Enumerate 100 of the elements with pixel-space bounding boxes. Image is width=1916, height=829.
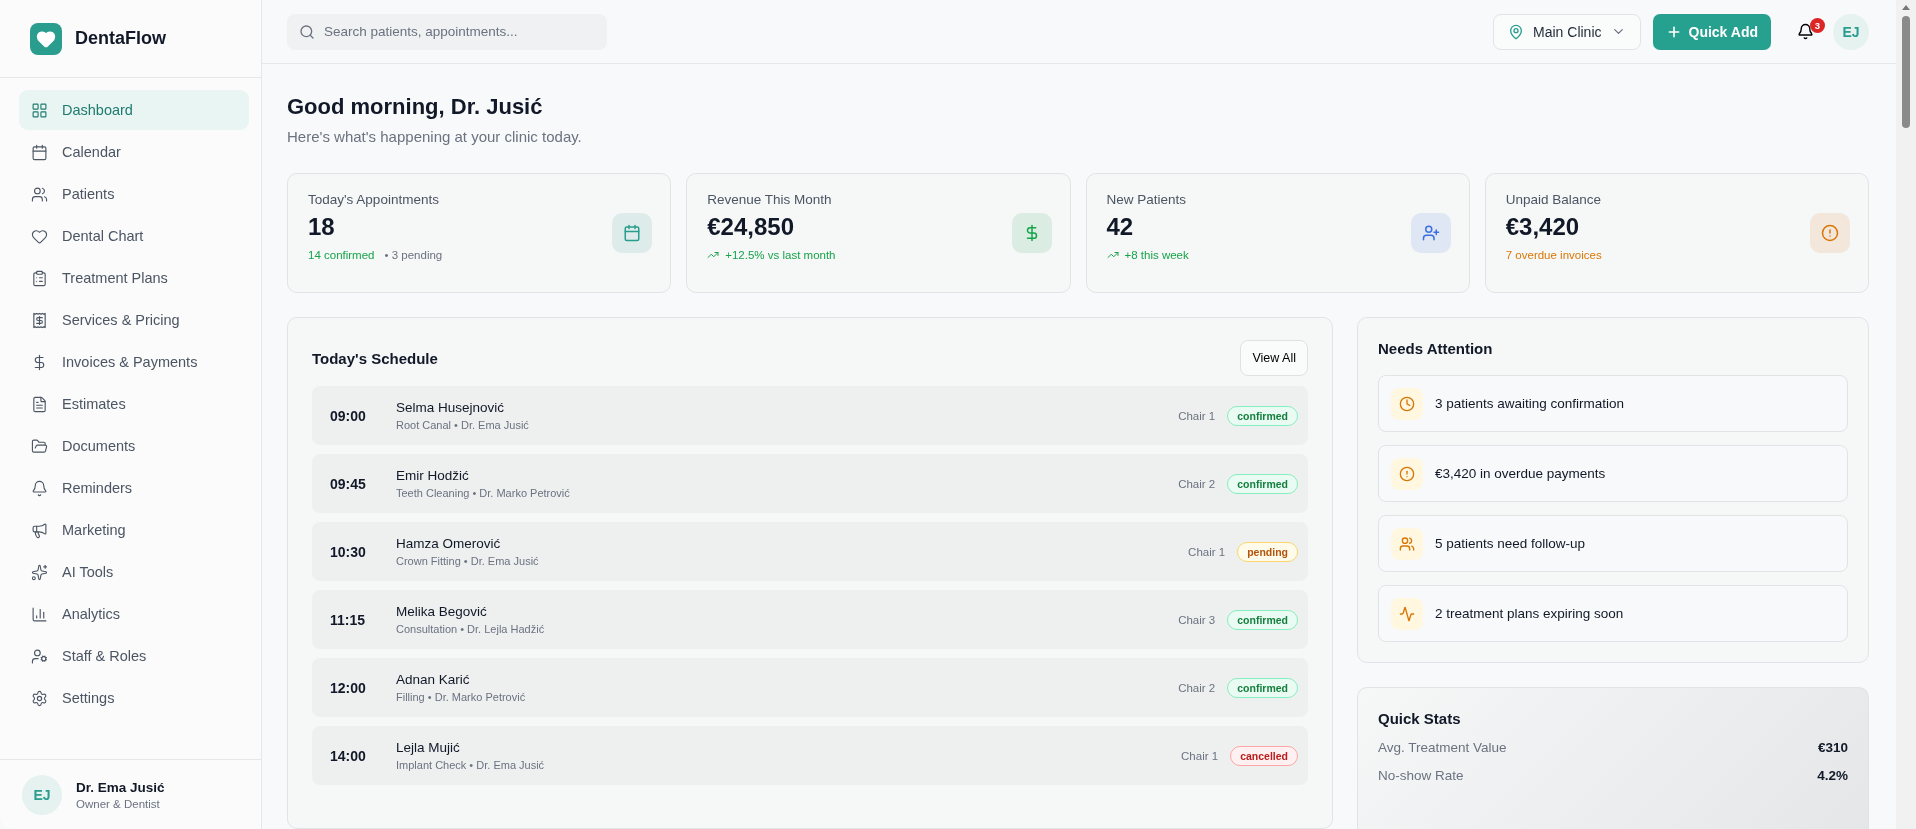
brand-name: DentaFlow bbox=[75, 28, 166, 49]
trend-up-icon bbox=[1106, 249, 1119, 261]
sidebar-item[interactable]: Dental Chart bbox=[19, 216, 249, 256]
chair-label: Chair 1 bbox=[1181, 749, 1219, 762]
sidebar-item[interactable]: Analytics bbox=[19, 594, 249, 634]
appointment-time: 10:30 bbox=[330, 543, 367, 560]
patient-name: Hamza Omerović bbox=[396, 536, 502, 551]
appointment-row[interactable]: 11:15 Melika Begović Consultation • Dr. Lejla Hadžić Chair 3 confirmed bbox=[312, 590, 1308, 649]
view-all-button[interactable]: View All bbox=[1240, 340, 1308, 376]
stat-note: • 3 pending bbox=[384, 249, 443, 261]
sidebar-item[interactable]: Patients bbox=[19, 174, 249, 214]
status-badge: confirmed bbox=[1227, 473, 1298, 494]
status-badge: pending bbox=[1237, 541, 1298, 562]
pin-icon bbox=[1508, 23, 1525, 40]
users-icon bbox=[31, 185, 48, 203]
patient-name: Adnan Karić bbox=[396, 672, 471, 687]
panel-title: Needs Attention bbox=[1378, 340, 1494, 357]
attention-item[interactable]: 5 patients need follow-up bbox=[1378, 515, 1848, 572]
clipboard-icon bbox=[31, 269, 48, 287]
sidebar-item[interactable]: Marketing bbox=[19, 510, 249, 550]
location-select[interactable]: Main Clinic bbox=[1493, 13, 1641, 50]
chair-label: Chair 3 bbox=[1178, 613, 1216, 626]
appointment-details: Implant Check • Dr. Ema Jusić bbox=[396, 759, 546, 771]
appointment-row[interactable]: 14:00 Lejla Mujić Implant Check • Dr. Ema Jusić Chair 1 cancelled bbox=[312, 726, 1308, 785]
sidebar-item[interactable]: Staff & Roles bbox=[19, 636, 249, 676]
appointment-details: Consultation • Dr. Lejla Hadžić bbox=[396, 623, 546, 635]
scrollbar-thumb[interactable] bbox=[1901, 4, 1911, 130]
sidebar-item[interactable]: AI Tools bbox=[19, 552, 249, 592]
pulse-icon bbox=[1399, 605, 1415, 622]
user-name: Dr. Ema Jusić bbox=[76, 779, 165, 795]
stat-note: 14 confirmed bbox=[308, 249, 375, 261]
folder-icon bbox=[31, 437, 48, 455]
search-icon bbox=[299, 23, 315, 40]
bar-chart-icon bbox=[31, 605, 48, 623]
settings-icon bbox=[31, 689, 48, 707]
megaphone-icon bbox=[31, 521, 48, 539]
user-gear-icon bbox=[31, 647, 48, 665]
stat-value: €310 bbox=[1817, 740, 1848, 755]
greeting-subtitle: Here's what's happening at your clinic today. bbox=[287, 128, 583, 145]
sidebar-item[interactable]: Dashboard bbox=[19, 90, 249, 130]
chair-label: Chair 2 bbox=[1178, 477, 1216, 490]
attention-item[interactable]: 2 treatment plans expiring soon bbox=[1378, 585, 1848, 642]
stat-value: 4.2% bbox=[1817, 768, 1848, 783]
appointment-time: 14:00 bbox=[330, 747, 367, 764]
stat-value: 18 bbox=[308, 213, 336, 241]
receipt-icon bbox=[31, 311, 48, 329]
appointment-row[interactable]: 09:00 Selma Husejnović Root Canal • Dr. Ema Jusić Chair 1 confirmed bbox=[312, 386, 1308, 445]
appointment-row[interactable]: 09:45 Emir Hodžić Teeth Cleaning • Dr. Marko Petrović Chair 2 confirmed bbox=[312, 454, 1308, 513]
search-field[interactable]: Search patients, appointments... bbox=[287, 13, 607, 50]
greeting-title: Good morning, Dr. Jusić bbox=[287, 94, 544, 120]
appointment-time: 11:15 bbox=[330, 611, 367, 628]
bell-icon bbox=[1796, 23, 1814, 40]
appointment-details: Teeth Cleaning • Dr. Marko Petrović bbox=[396, 487, 571, 499]
sidebar-item[interactable]: Invoices & Payments bbox=[19, 342, 249, 382]
sidebar-item[interactable]: Estimates bbox=[19, 384, 249, 424]
appointment-row[interactable]: 12:00 Adnan Karić Filling • Dr. Marko Petrović Chair 2 confirmed bbox=[312, 658, 1308, 717]
appointment-details: Crown Fitting • Dr. Ema Jusić bbox=[396, 555, 540, 567]
status-badge: confirmed bbox=[1227, 677, 1298, 698]
appointment-details: Filling • Dr. Marko Petrović bbox=[396, 691, 527, 703]
status-badge: confirmed bbox=[1227, 609, 1298, 630]
appointment-details: Root Canal • Dr. Ema Jusić bbox=[396, 419, 530, 431]
stat-note: 7 overdue invoices bbox=[1505, 249, 1602, 261]
patient-name: Emir Hodžić bbox=[396, 468, 470, 483]
users-icon bbox=[1399, 535, 1415, 552]
stat-note: +12.5% vs last month bbox=[725, 249, 836, 261]
calendar-icon bbox=[31, 143, 48, 161]
status-badge: cancelled bbox=[1230, 745, 1298, 766]
sparkles-icon bbox=[31, 563, 48, 581]
appointment-row[interactable]: 10:30 Hamza Omerović Crown Fitting • Dr. Ema Jusić Chair 1 pending bbox=[312, 522, 1308, 581]
stat-label: Revenue This Month bbox=[707, 192, 833, 207]
notifications-button[interactable] bbox=[1796, 23, 1814, 40]
chair-label: Chair 2 bbox=[1178, 681, 1216, 694]
stat-value: 42 bbox=[1106, 213, 1135, 241]
alert-icon bbox=[1399, 465, 1415, 482]
sidebar-item[interactable]: Treatment Plans bbox=[19, 258, 249, 298]
appointment-time: 09:00 bbox=[330, 407, 367, 424]
panel-title: Quick Stats bbox=[1378, 710, 1462, 727]
patient-name: Melika Begović bbox=[396, 604, 488, 619]
stat-value: €24,850 bbox=[707, 213, 795, 241]
attention-item[interactable]: €3,420 in overdue payments bbox=[1378, 445, 1848, 502]
heart-icon bbox=[31, 227, 48, 245]
stat-label: Avg. Treatment Value bbox=[1378, 740, 1507, 755]
user-role: Owner & Dentist bbox=[76, 797, 161, 810]
sidebar-item[interactable]: Calendar bbox=[19, 132, 249, 172]
sidebar-item[interactable]: Documents bbox=[19, 426, 249, 466]
clock-icon bbox=[1399, 395, 1415, 412]
stat-label: Unpaid Balance bbox=[1505, 192, 1602, 207]
sidebar-item[interactable]: Services & Pricing bbox=[19, 300, 249, 340]
attention-item[interactable]: 3 patients awaiting confirmation bbox=[1378, 375, 1848, 432]
document-icon bbox=[31, 395, 48, 413]
status-badge: confirmed bbox=[1227, 405, 1298, 426]
sidebar-item[interactable]: Reminders bbox=[19, 468, 249, 508]
chair-label: Chair 1 bbox=[1178, 409, 1216, 422]
logo-icon bbox=[30, 22, 62, 55]
appointment-time: 09:45 bbox=[330, 475, 367, 492]
sidebar-item[interactable]: Settings bbox=[19, 678, 249, 718]
grid-icon bbox=[31, 101, 48, 119]
scrollbar[interactable] bbox=[1896, 0, 1916, 829]
stat-label: Today's Appointments bbox=[308, 192, 440, 207]
panel-title: Today's Schedule bbox=[312, 349, 438, 367]
